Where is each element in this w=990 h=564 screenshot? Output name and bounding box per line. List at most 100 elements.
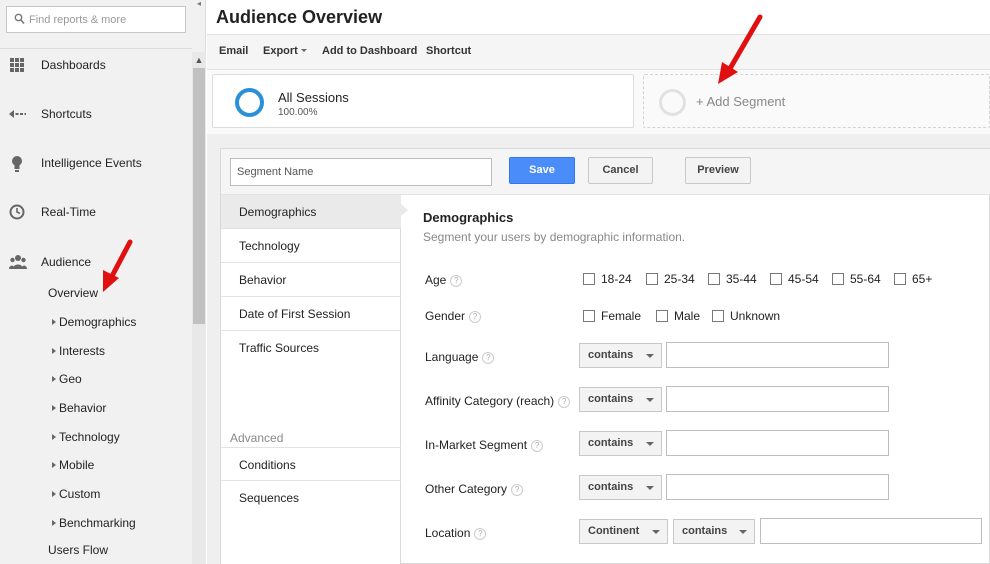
annotation-arrow-icon [718,14,763,84]
affinity-value-input[interactable] [666,386,889,412]
age-checkbox-45-54[interactable]: 45-54 [770,272,819,286]
chevron-down-icon [646,442,654,446]
other-value-input[interactable] [666,474,889,500]
other-operator-dropdown[interactable]: contains [579,475,662,500]
sidebar-item-label: Intelligence Events [41,156,142,170]
menu-section-advanced: Advanced [230,431,284,445]
add-segment-button[interactable]: + Add Segment [643,74,990,128]
lightbulb-icon [9,155,27,172]
grid-icon [9,57,27,73]
segment-percent: 100.00% [278,107,318,118]
menu-item-traffic-sources[interactable]: Traffic Sources [221,331,401,365]
inmarket-value-input[interactable] [666,430,889,456]
email-button[interactable]: Email [219,45,248,57]
affinity-operator-dropdown[interactable]: contains [579,387,662,412]
expand-triangle-icon [52,520,56,526]
shortcut-arrow-icon [9,106,27,122]
chevron-down-icon [652,530,660,534]
help-icon[interactable]: ? [511,484,524,496]
empty-ring-icon [659,89,686,116]
sidebar-item-mobile[interactable]: Mobile [52,458,94,472]
shortcut-button[interactable]: Shortcut [426,45,471,57]
menu-item-conditions[interactable]: Conditions [221,447,401,481]
form-title: Demographics [423,210,514,225]
sidebar-item-demographics[interactable]: Demographics [52,315,136,329]
menu-item-demographics[interactable]: Demographics [221,195,401,229]
sidebar-item-label: Audience [41,255,92,269]
language-label: Language? [425,350,495,364]
scrollbar-thumb[interactable] [193,68,205,324]
collapse-sidebar-button[interactable]: ◂ [192,0,206,8]
expand-triangle-icon [52,405,56,411]
chevron-down-icon [739,530,747,534]
builder-category-menu: Demographics Technology Behavior Date of… [221,195,408,564]
help-icon[interactable]: ? [469,311,482,323]
help-icon[interactable]: ? [474,528,487,540]
age-label: Age? [425,273,463,287]
sidebar-item-behavior[interactable]: Behavior [52,401,106,415]
sidebar-item-real-time[interactable]: Real-Time [0,192,192,232]
segment-name-input[interactable] [230,158,492,186]
expand-triangle-icon [52,376,56,382]
sidebar-item-custom[interactable]: Custom [52,487,100,501]
gender-checkbox-male[interactable]: Male [656,309,700,323]
sidebar-item-label: Real-Time [41,205,96,219]
cancel-button[interactable]: Cancel [588,157,653,184]
help-icon[interactable]: ? [558,396,571,408]
menu-item-behavior[interactable]: Behavior [221,263,401,297]
help-icon[interactable]: ? [482,352,495,364]
help-icon[interactable]: ? [450,275,463,287]
sidebar-item-overview[interactable]: Overview [48,286,98,300]
gender-checkbox-female[interactable]: Female [583,309,641,323]
gender-label: Gender? [425,309,482,323]
report-toolbar: Email Export Add to Dashboard Shortcut [207,34,990,70]
age-checkbox-18-24[interactable]: 18-24 [583,272,632,286]
location-operator-dropdown[interactable]: contains [673,519,755,544]
segment-ring-icon [235,88,264,117]
save-button[interactable]: Save [509,157,575,184]
sidebar-item-intelligence-events[interactable]: Intelligence Events [0,143,192,183]
help-icon[interactable]: ? [531,440,544,452]
inmarket-label: In-Market Segment? [425,438,544,452]
sidebar-item-label: Dashboards [41,58,106,72]
other-category-label: Other Category? [425,482,524,496]
location-value-input[interactable] [760,518,982,544]
segment-all-sessions[interactable]: All Sessions 100.00% [212,74,634,128]
menu-item-date-of-first-session[interactable]: Date of First Session [221,297,401,331]
sidebar-item-label: Shortcuts [41,107,92,121]
sidebar-item-technology[interactable]: Technology [52,430,120,444]
menu-item-technology[interactable]: Technology [221,229,401,263]
location-scope-dropdown[interactable]: Continent [579,519,668,544]
preview-button[interactable]: Preview [685,157,751,184]
age-checkbox-55-64[interactable]: 55-64 [832,272,881,286]
add-segment-label: + Add Segment [696,94,786,109]
age-checkbox-35-44[interactable]: 35-44 [708,272,757,286]
sidebar-item-geo[interactable]: Geo [52,372,82,386]
age-checkbox-25-34[interactable]: 25-34 [646,272,695,286]
sidebar-item-dashboards[interactable]: Dashboards [0,45,192,85]
add-to-dashboard-button[interactable]: Add to Dashboard [322,45,417,57]
inmarket-operator-dropdown[interactable]: contains [579,431,662,456]
sidebar-scrollbar[interactable]: ▲ [192,52,206,564]
scroll-up-icon[interactable]: ▲ [192,52,206,68]
age-checkbox-65-plus[interactable]: 65+ [894,272,932,286]
builder-header: Save Cancel Preview [221,149,990,195]
affinity-label: Affinity Category (reach)? [425,394,571,408]
export-button[interactable]: Export [263,45,307,57]
expand-triangle-icon [52,319,56,325]
expand-triangle-icon [52,348,56,354]
search-input[interactable] [29,11,179,28]
sidebar-item-users-flow[interactable]: Users Flow [48,543,108,557]
language-operator-dropdown[interactable]: contains [579,343,662,368]
sidebar-item-interests[interactable]: Interests [52,344,105,358]
expand-triangle-icon [52,491,56,497]
menu-item-sequences[interactable]: Sequences [221,481,401,515]
segment-bar: All Sessions 100.00% + Add Segment [207,70,990,134]
language-value-input[interactable] [666,342,889,368]
search-box[interactable] [6,6,186,33]
sidebar-item-shortcuts[interactable]: Shortcuts [0,94,192,134]
segment-name: All Sessions [278,90,349,105]
segment-builder: Save Cancel Preview Demographics Technol… [220,148,990,564]
gender-checkbox-unknown[interactable]: Unknown [712,309,780,323]
sidebar-item-benchmarking[interactable]: Benchmarking [52,516,136,530]
